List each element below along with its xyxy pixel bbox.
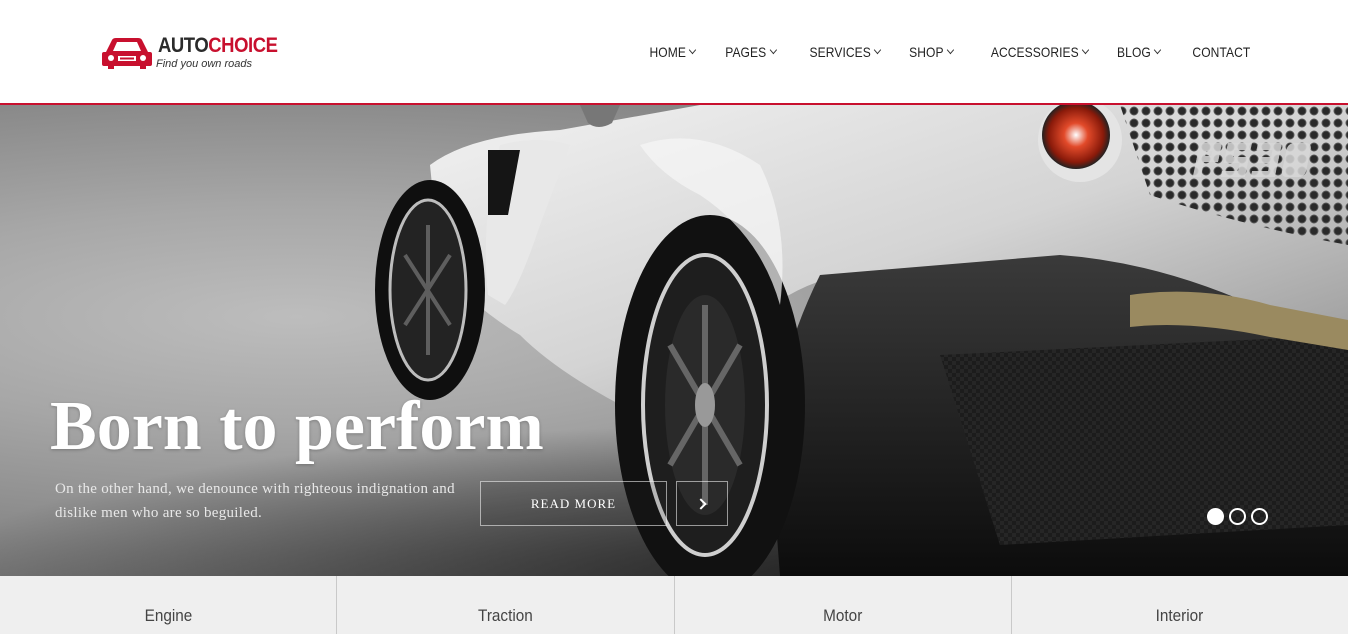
car-logo-icon <box>102 38 152 69</box>
feature-label: Engine <box>144 606 192 625</box>
brand-name-part2: CHOICE <box>208 34 278 57</box>
nav-item-contact[interactable]: CONTACT <box>1192 44 1250 60</box>
brand-name: AUTOCHOICE <box>158 34 278 58</box>
chevron-down-icon <box>946 45 955 55</box>
chevron-down-icon <box>769 45 777 55</box>
main-nav: HOME PAGES SERVICES SHOP ACCESSORIES BLO… <box>620 44 1250 60</box>
slide-dot-3[interactable] <box>1251 508 1268 525</box>
feature-label: Interior <box>1156 606 1204 625</box>
site-header: AUTOCHOICE Find you own roads HOME PAGES… <box>0 0 1348 105</box>
nav-item-blog[interactable]: BLOG <box>1117 44 1162 60</box>
slider-pagination <box>1207 508 1268 525</box>
feature-tab-motor[interactable]: Motor <box>675 576 1012 634</box>
nav-item-label: HOME <box>649 44 686 60</box>
hero-title: Born to perform <box>50 388 544 465</box>
feature-tabs: Engine Traction Motor Interior <box>0 576 1348 634</box>
nav-item-shop[interactable]: SHOP <box>909 44 955 60</box>
hero-slider: Born to perform On the other hand, we de… <box>0 105 1348 576</box>
nav-item-label: PAGES <box>725 44 767 60</box>
nav-item-accessories[interactable]: ACCESSORIES <box>990 44 1090 60</box>
feature-tab-engine[interactable]: Engine <box>0 576 338 634</box>
brand-tagline: Find you own roads <box>156 58 252 70</box>
feature-tab-interior[interactable]: Interior <box>1012 576 1348 634</box>
slide-dot-2[interactable] <box>1229 508 1246 525</box>
brand-logo[interactable]: AUTOCHOICE Find you own roads <box>100 32 290 74</box>
nav-item-label: SERVICES <box>809 44 871 60</box>
brand-name-part1: AUTO <box>158 34 209 57</box>
nav-item-home[interactable]: HOME <box>649 44 697 60</box>
chevron-down-icon <box>1154 45 1162 55</box>
read-more-button[interactable]: READ MORE <box>480 481 667 526</box>
nav-item-label: BLOG <box>1117 44 1152 60</box>
feature-label: Traction <box>478 606 533 625</box>
next-slide-button[interactable] <box>676 481 728 526</box>
nav-item-label: CONTACT <box>1192 44 1250 60</box>
chevron-down-icon <box>1082 45 1090 55</box>
nav-item-pages[interactable]: PAGES <box>725 44 777 60</box>
chevron-down-icon <box>688 45 697 55</box>
nav-item-label: ACCESSORIES <box>990 44 1079 60</box>
nav-item-label: SHOP <box>909 44 944 60</box>
feature-tab-traction[interactable]: Traction <box>337 576 675 634</box>
chevron-down-icon <box>873 45 882 55</box>
nav-item-services[interactable]: SERVICES <box>809 44 882 60</box>
slide-dot-1[interactable] <box>1207 508 1224 525</box>
hero-description: On the other hand, we denounce with righ… <box>55 481 455 521</box>
chevron-right-icon <box>694 497 707 510</box>
feature-label: Motor <box>823 606 863 625</box>
